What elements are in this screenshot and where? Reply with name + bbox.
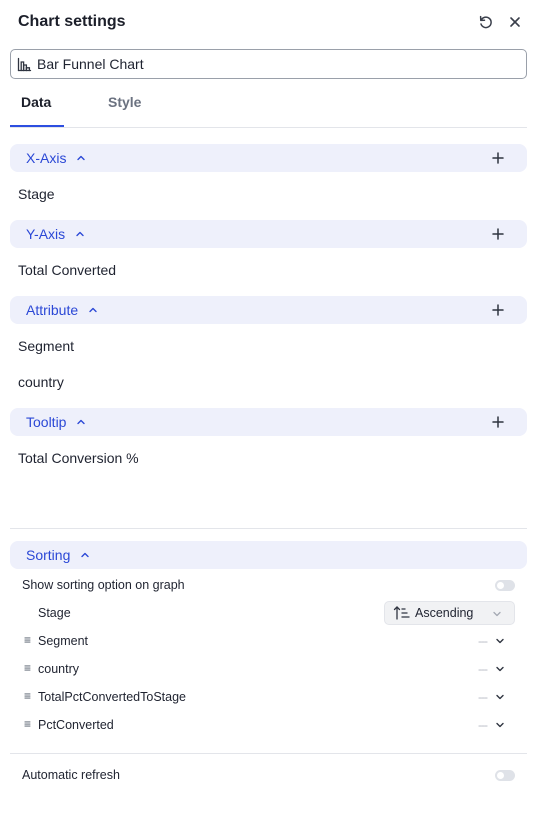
drag-handle-icon[interactable]: ≡ xyxy=(24,633,31,647)
chevron-up-icon[interactable] xyxy=(76,153,86,163)
add-tooltip-icon[interactable] xyxy=(491,415,505,429)
chevron-down-icon xyxy=(492,609,502,619)
sort-row-name: TotalPctConvertedToStage xyxy=(38,690,187,704)
tab-style[interactable]: Style xyxy=(108,94,141,110)
chevron-up-icon[interactable] xyxy=(76,417,86,427)
reset-icon[interactable] xyxy=(477,13,495,31)
panel-title: Chart settings xyxy=(18,13,126,30)
section-x-axis-label: X-Axis xyxy=(26,150,67,166)
tab-data[interactable]: Data xyxy=(21,94,51,110)
section-divider xyxy=(10,753,527,754)
sort-direction-select[interactable]: Ascending xyxy=(384,601,515,625)
chevron-down-icon[interactable] xyxy=(495,664,505,674)
toggle-knob xyxy=(497,582,504,589)
close-icon[interactable] xyxy=(506,13,524,31)
settings-tabs: Data Style xyxy=(10,88,527,128)
chart-type-selector[interactable]: Bar Funnel Chart xyxy=(10,49,527,79)
toggle-knob xyxy=(497,772,504,779)
x-axis-field-stage[interactable]: Stage xyxy=(18,186,55,202)
sort-primary-name: Stage xyxy=(38,606,71,620)
show-sorting-toggle[interactable] xyxy=(495,580,515,591)
drag-handle-icon[interactable]: ≡ xyxy=(24,661,31,675)
settings-header: Chart settings xyxy=(18,12,527,32)
section-sorting[interactable]: Sorting xyxy=(10,541,527,569)
automatic-refresh-toggle[interactable] xyxy=(495,770,515,781)
sort-row-name: PctConverted xyxy=(38,718,114,732)
active-tab-indicator xyxy=(10,125,64,127)
drag-handle-icon[interactable]: ≡ xyxy=(24,689,31,703)
section-sorting-label: Sorting xyxy=(26,547,71,563)
sort-row-value: --- xyxy=(478,718,488,732)
section-y-axis-label: Y-Axis xyxy=(26,226,66,242)
section-tooltip-label: Tooltip xyxy=(26,414,67,430)
y-axis-field-total-converted[interactable]: Total Converted xyxy=(18,262,116,278)
sort-row[interactable]: ≡ PctConverted --- xyxy=(22,715,517,735)
add-x-axis-icon[interactable] xyxy=(491,151,505,165)
drag-handle-icon[interactable]: ≡ xyxy=(24,717,31,731)
chevron-down-icon[interactable] xyxy=(495,636,505,646)
section-y-axis[interactable]: Y-Axis xyxy=(10,220,527,248)
sort-row-value: --- xyxy=(478,662,488,676)
tooltip-field-total-conversion[interactable]: Total Conversion % xyxy=(18,450,139,466)
chevron-up-icon[interactable] xyxy=(75,229,85,239)
sort-ascending-icon xyxy=(393,605,411,621)
sort-row-name: country xyxy=(38,662,79,676)
section-tooltip[interactable]: Tooltip xyxy=(10,408,527,436)
automatic-refresh-label: Automatic refresh xyxy=(22,768,120,782)
sort-direction-value: Ascending xyxy=(415,606,474,620)
sort-row-value: --- xyxy=(478,690,488,704)
sort-row-value: --- xyxy=(478,634,488,648)
chart-type-value: Bar Funnel Chart xyxy=(37,56,144,72)
section-divider xyxy=(10,528,527,529)
sort-row[interactable]: ≡ Segment --- xyxy=(22,631,517,651)
chevron-up-icon[interactable] xyxy=(88,305,98,315)
section-x-axis[interactable]: X-Axis xyxy=(10,144,527,172)
chevron-down-icon[interactable] xyxy=(495,720,505,730)
add-attribute-icon[interactable] xyxy=(491,303,505,317)
chevron-down-icon[interactable] xyxy=(495,692,505,702)
attribute-field-segment[interactable]: Segment xyxy=(18,338,74,354)
sort-row[interactable]: ≡ TotalPctConvertedToStage --- xyxy=(22,687,517,707)
bar-chart-icon xyxy=(17,56,33,72)
attribute-field-country[interactable]: country xyxy=(18,374,64,390)
section-attribute-label: Attribute xyxy=(26,302,79,318)
section-attribute[interactable]: Attribute xyxy=(10,296,527,324)
sort-row[interactable]: ≡ country --- xyxy=(22,659,517,679)
chevron-up-icon[interactable] xyxy=(80,550,90,560)
show-sorting-option-label: Show sorting option on graph xyxy=(22,578,185,592)
add-y-axis-icon[interactable] xyxy=(491,227,505,241)
sort-row-name: Segment xyxy=(38,634,89,648)
